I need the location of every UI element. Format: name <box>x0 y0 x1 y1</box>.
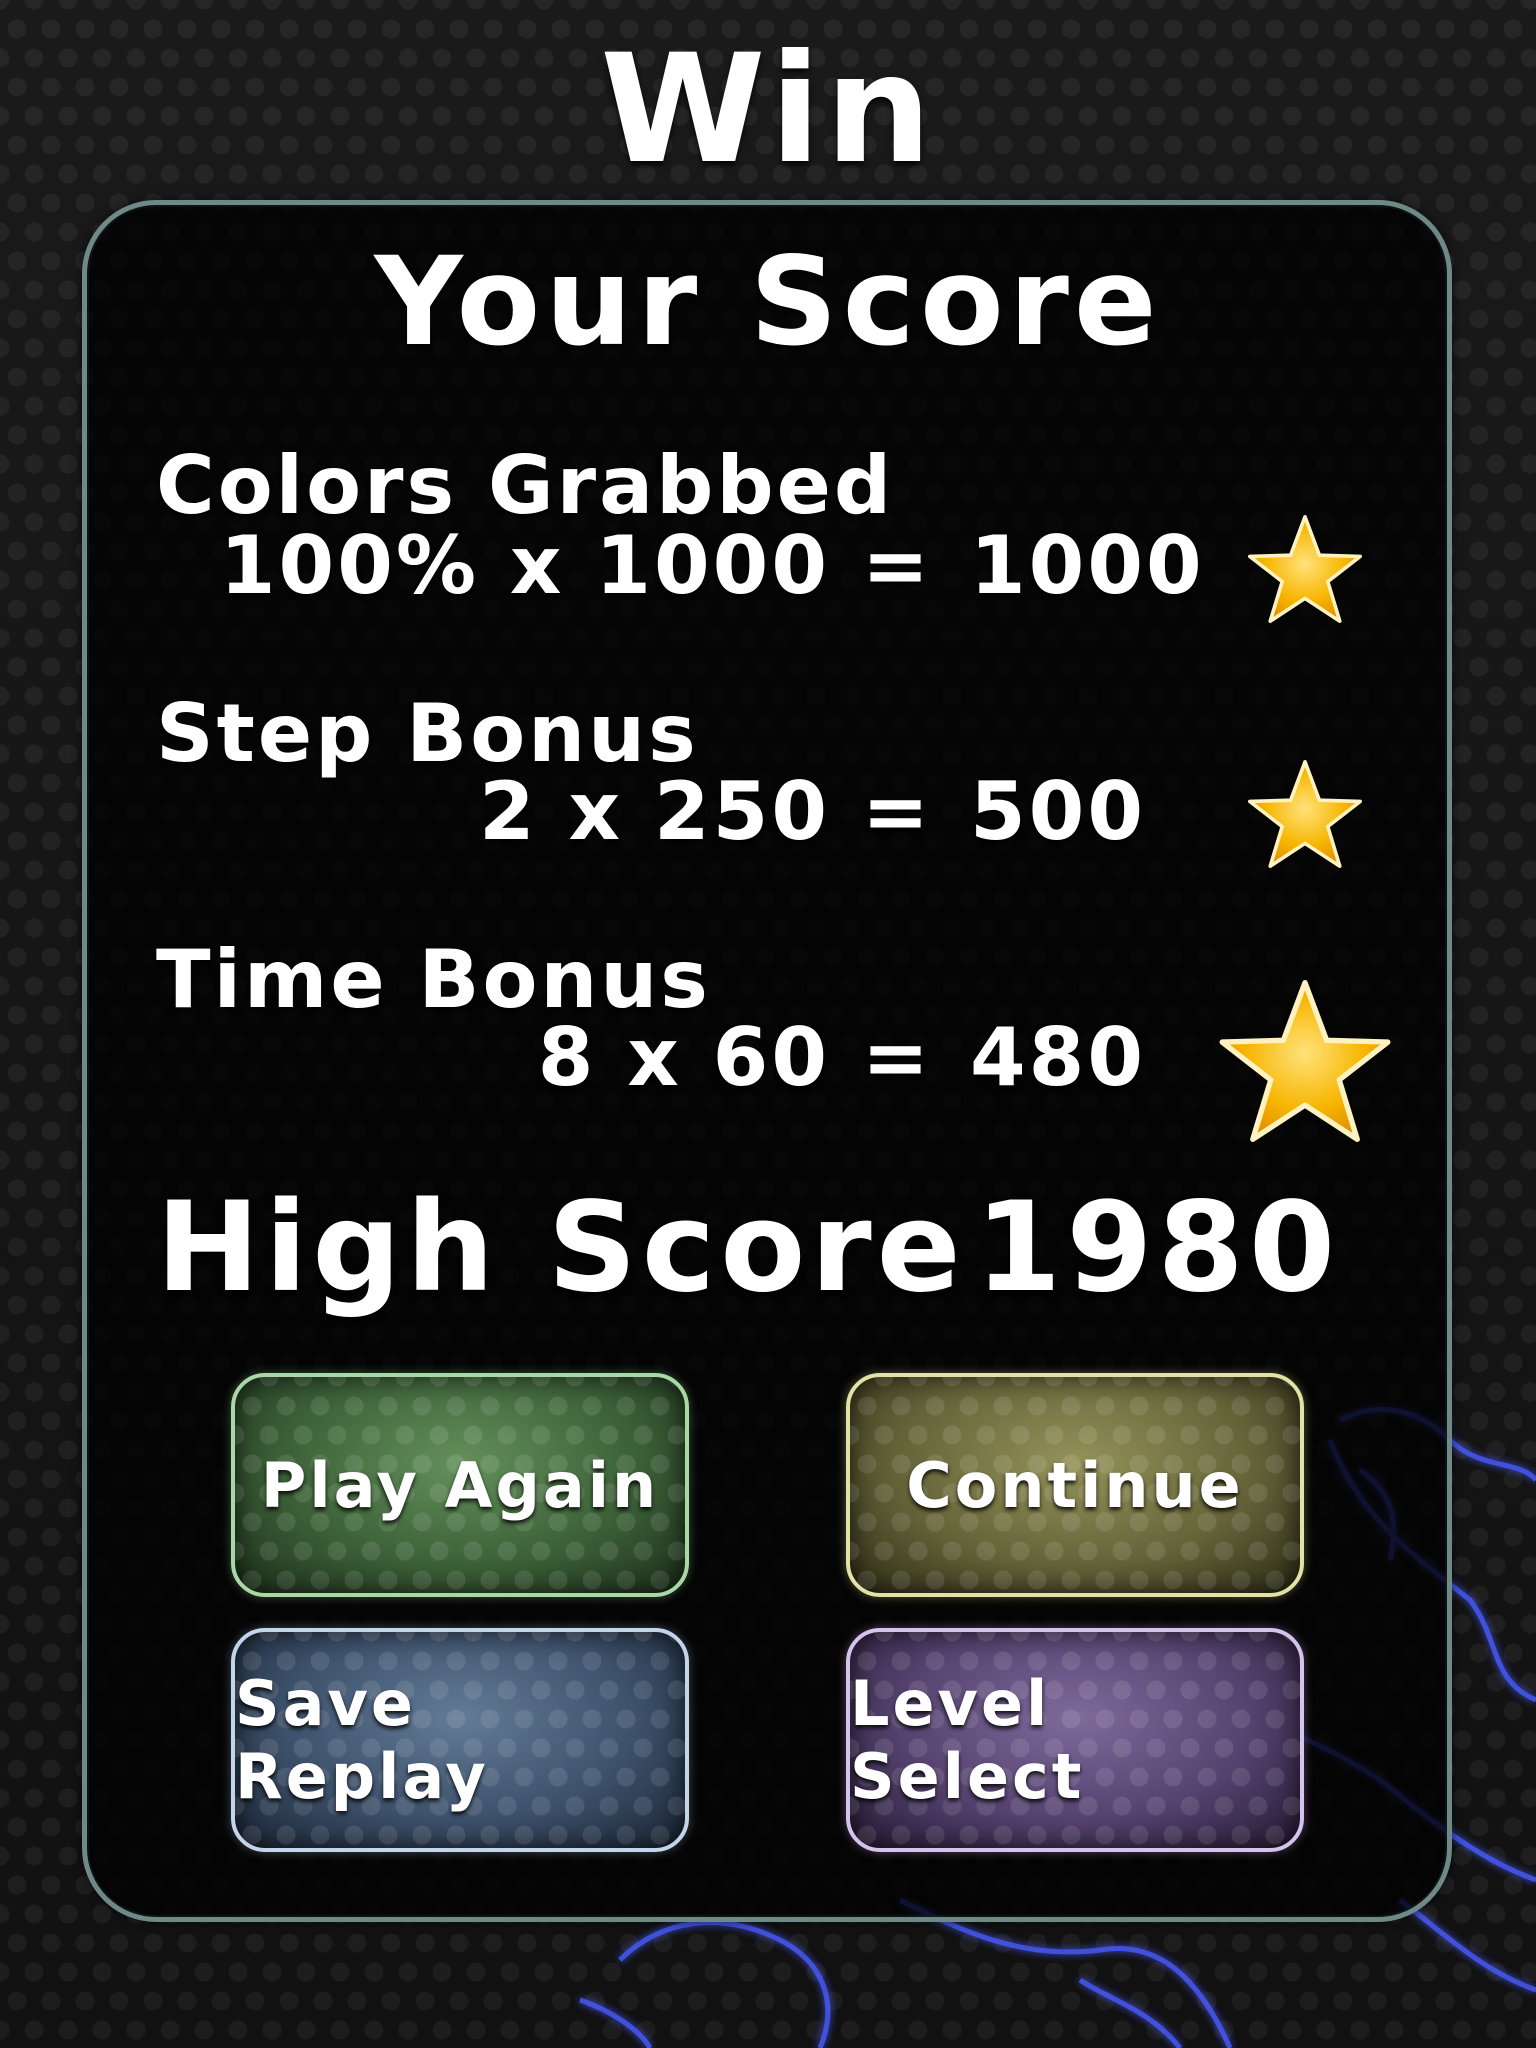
continue-label: Continue <box>906 1448 1244 1522</box>
star-icon <box>1248 760 1362 868</box>
play-again-button[interactable]: Play Again <box>231 1373 689 1597</box>
colors-grabbed-equals: = <box>862 519 933 612</box>
time-bonus-equals: = <box>862 1011 933 1104</box>
your-score-heading: Your Score <box>374 231 1162 373</box>
continue-button[interactable]: Continue <box>846 1373 1304 1597</box>
level-select-label: Level Select <box>850 1667 1085 1813</box>
save-replay-button[interactable]: Save Replay <box>231 1628 689 1852</box>
colors-grabbed-expression: 100% x 1000 <box>219 519 830 612</box>
star-icon <box>1219 980 1391 1142</box>
play-again-label: Play Again <box>260 1448 660 1522</box>
time-bonus-expression: 8 x 60 <box>537 1011 830 1104</box>
colors-grabbed-label: Colors Grabbed <box>156 439 895 532</box>
time-bonus-result: 480 <box>970 1011 1146 1104</box>
level-select-button[interactable]: Level Select <box>846 1628 1304 1852</box>
star-icon <box>1248 515 1362 623</box>
high-score-value: 1980 <box>975 1176 1341 1320</box>
step-bonus-equals: = <box>862 765 933 858</box>
save-replay-label: Save Replay <box>235 1667 489 1813</box>
colors-grabbed-result: 1000 <box>970 519 1205 612</box>
step-bonus-result: 500 <box>970 765 1146 858</box>
step-bonus-expression: 2 x 250 <box>479 765 830 858</box>
win-title: Win <box>600 23 936 197</box>
high-score-label: High Score <box>156 1176 966 1320</box>
